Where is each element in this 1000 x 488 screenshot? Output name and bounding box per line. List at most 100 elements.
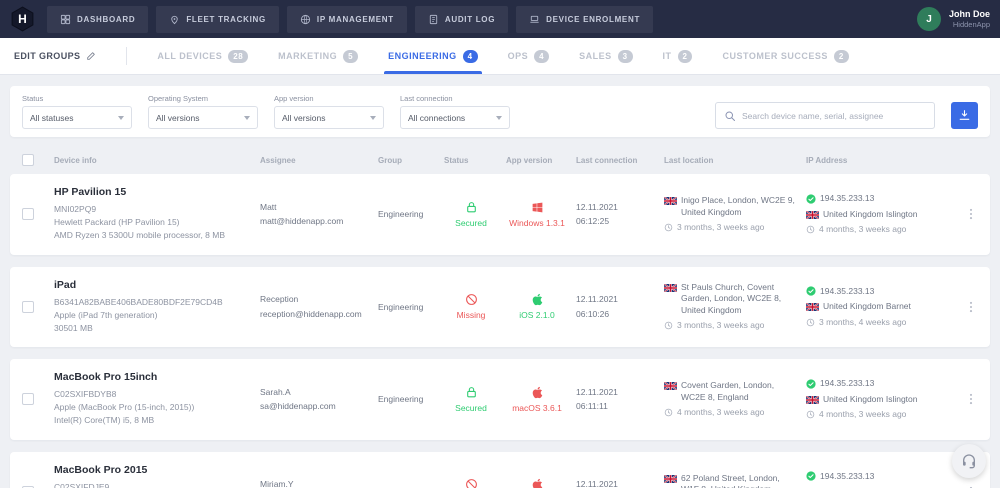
nav-item-audit-log[interactable]: AUDIT LOG xyxy=(414,5,509,33)
tab-divider xyxy=(126,47,128,65)
chevron-down-icon xyxy=(244,115,250,120)
status-cell: Missing xyxy=(444,293,498,320)
pencil-icon xyxy=(86,51,96,61)
tab-count-badge: 5 xyxy=(343,49,359,63)
user-org: HiddenApp xyxy=(952,20,990,29)
nav-item-label: DEVICE ENROLMENT xyxy=(546,14,641,24)
filter-label-last-connection: Last connection xyxy=(400,94,453,103)
ip-ago: 3 months, 4 weeks ago xyxy=(819,316,907,327)
table-row[interactable]: iPad B6341A82BABE406BADE80BDF2E79CD4B Ap… xyxy=(10,266,990,348)
tab-count-badge: 2 xyxy=(677,49,693,63)
support-button[interactable] xyxy=(952,444,986,478)
row-checkbox[interactable] xyxy=(22,300,34,313)
app-version-cell: macOS 3.6.1 xyxy=(506,386,568,413)
device-serial: C02SXIFDJE9 xyxy=(54,481,110,488)
uk-flag-icon xyxy=(806,303,819,311)
clock-icon xyxy=(664,321,673,330)
tab-label: ENGINEERING xyxy=(388,51,457,61)
group-label: Engineering xyxy=(378,209,424,220)
ip-address: 194.35.233.13 xyxy=(820,470,875,481)
device-model: Hewlett Packard (HP Pavilion 15) xyxy=(54,217,180,228)
tab-count-badge: 3 xyxy=(617,49,633,63)
uk-flag-icon xyxy=(664,382,677,390)
location-address: Covent Garden, London, WC2E 8, England xyxy=(681,380,775,402)
nav-item-device-enrolment[interactable]: DEVICE ENROLMENT xyxy=(516,5,654,33)
app-version-cell: macOS 3.3.1 xyxy=(506,478,568,488)
tab-engineering[interactable]: ENGINEERING 4 xyxy=(384,38,483,74)
status-label: Secured xyxy=(455,402,487,413)
tab-count-badge: 4 xyxy=(462,49,478,63)
location-ago: 3 months, 3 weeks ago xyxy=(677,320,765,331)
uk-flag-icon xyxy=(806,211,819,219)
filter-label-app-version: App version xyxy=(274,94,314,103)
ip-address: 194.35.233.13 xyxy=(820,193,875,204)
header-group: Group xyxy=(378,155,402,165)
tab-it[interactable]: IT 2 xyxy=(663,38,693,74)
edit-groups-button[interactable]: EDIT GROUPS xyxy=(14,51,96,61)
header-last-connection: Last connection xyxy=(576,155,638,165)
tab-count-badge: 4 xyxy=(534,49,550,63)
assignee-name: Miriam.Y xyxy=(260,479,294,488)
app-version-label: macOS 3.6.1 xyxy=(512,402,562,413)
tab-marketing[interactable]: MARKETING 5 xyxy=(278,38,359,74)
row-checkbox[interactable] xyxy=(22,208,34,221)
os-filter-select[interactable]: All versions xyxy=(148,106,258,129)
app-version-filter-select[interactable]: All versions xyxy=(274,106,384,129)
table-row[interactable]: MacBook Pro 2015 C02SXIFDJE9 Apple (MacB… xyxy=(10,451,990,488)
device-serial: MNI02PQ9 xyxy=(54,204,97,214)
check-circle-icon xyxy=(806,286,816,296)
missing-slash-icon xyxy=(465,478,478,488)
uk-flag-icon xyxy=(664,197,677,205)
group-label: Engineering xyxy=(378,394,424,405)
row-checkbox[interactable] xyxy=(22,393,34,406)
headset-icon xyxy=(961,453,977,469)
location-address: 62 Poland Street, London, W1F 8, United … xyxy=(681,472,780,488)
chevron-down-icon xyxy=(370,115,376,120)
filter-label-status: Status xyxy=(22,94,44,103)
device-name[interactable]: iPad xyxy=(54,279,252,291)
row-menu-button[interactable] xyxy=(964,300,978,314)
nav-item-dashboard[interactable]: DASHBOARD xyxy=(47,5,149,33)
row-menu-button[interactable] xyxy=(964,392,978,406)
tab-all-devices[interactable]: ALL DEVICES 28 xyxy=(157,38,249,74)
user-name: John Doe xyxy=(948,9,990,19)
device-name[interactable]: HP Pavilion 15 xyxy=(54,186,252,198)
device-name[interactable]: MacBook Pro 2015 xyxy=(54,464,252,476)
search-input[interactable] xyxy=(742,110,926,121)
row-menu-button[interactable] xyxy=(964,207,978,221)
tab-label: IT xyxy=(662,51,672,61)
export-button[interactable] xyxy=(951,102,978,129)
tab-sales[interactable]: SALES 3 xyxy=(579,38,633,74)
uk-flag-icon xyxy=(806,396,819,404)
group-tab-bar: EDIT GROUPS ALL DEVICES 28 MARKETING 5 E… xyxy=(0,38,1000,75)
header-status: Status xyxy=(444,155,469,165)
tab-customer-success[interactable]: CUSTOMER SUCCESS 2 xyxy=(722,38,849,74)
check-circle-icon xyxy=(806,471,816,481)
device-spec: AMD Ryzen 3 5300U mobile processor, 8 MB xyxy=(54,230,226,241)
uk-flag-icon xyxy=(664,284,677,292)
device-name[interactable]: MacBook Pro 15inch xyxy=(54,371,252,383)
last-connection-filter-select[interactable]: All connections xyxy=(400,106,510,129)
tab-label: CUSTOMER SUCCESS xyxy=(722,51,828,61)
nav-item-label: IP MANAGEMENT xyxy=(316,14,394,24)
select-all-checkbox[interactable] xyxy=(22,154,34,166)
assignee-name: Sarah.A xyxy=(260,386,291,397)
search-icon xyxy=(724,110,736,122)
app-version-label: iOS 2.1.0 xyxy=(519,310,555,321)
location-ago: 4 months, 3 weeks ago xyxy=(677,407,765,418)
status-filter-select[interactable]: All statuses xyxy=(22,106,132,129)
header-last-location: Last location xyxy=(664,155,714,165)
table-row[interactable]: HP Pavilion 15 MNI02PQ9 Hewlett Packard … xyxy=(10,174,990,255)
status-cell: Missing xyxy=(444,478,498,488)
nav-item-fleet-tracking[interactable]: FLEET TRACKING xyxy=(156,5,279,33)
nav-item-ip-management[interactable]: IP MANAGEMENT xyxy=(286,5,407,33)
status-label: Missing xyxy=(456,310,486,321)
group-label: Engineering xyxy=(378,301,424,312)
user-menu[interactable]: J John Doe HiddenApp xyxy=(916,7,990,31)
tab-ops[interactable]: OPS 4 xyxy=(508,38,550,74)
table-row[interactable]: MacBook Pro 15inch C02SXIFBDYB8 Apple (M… xyxy=(10,359,990,440)
assignee-name: Reception xyxy=(260,294,299,305)
status-cell: Secured xyxy=(444,201,498,228)
apple-icon xyxy=(531,478,544,488)
check-circle-icon xyxy=(806,379,816,389)
